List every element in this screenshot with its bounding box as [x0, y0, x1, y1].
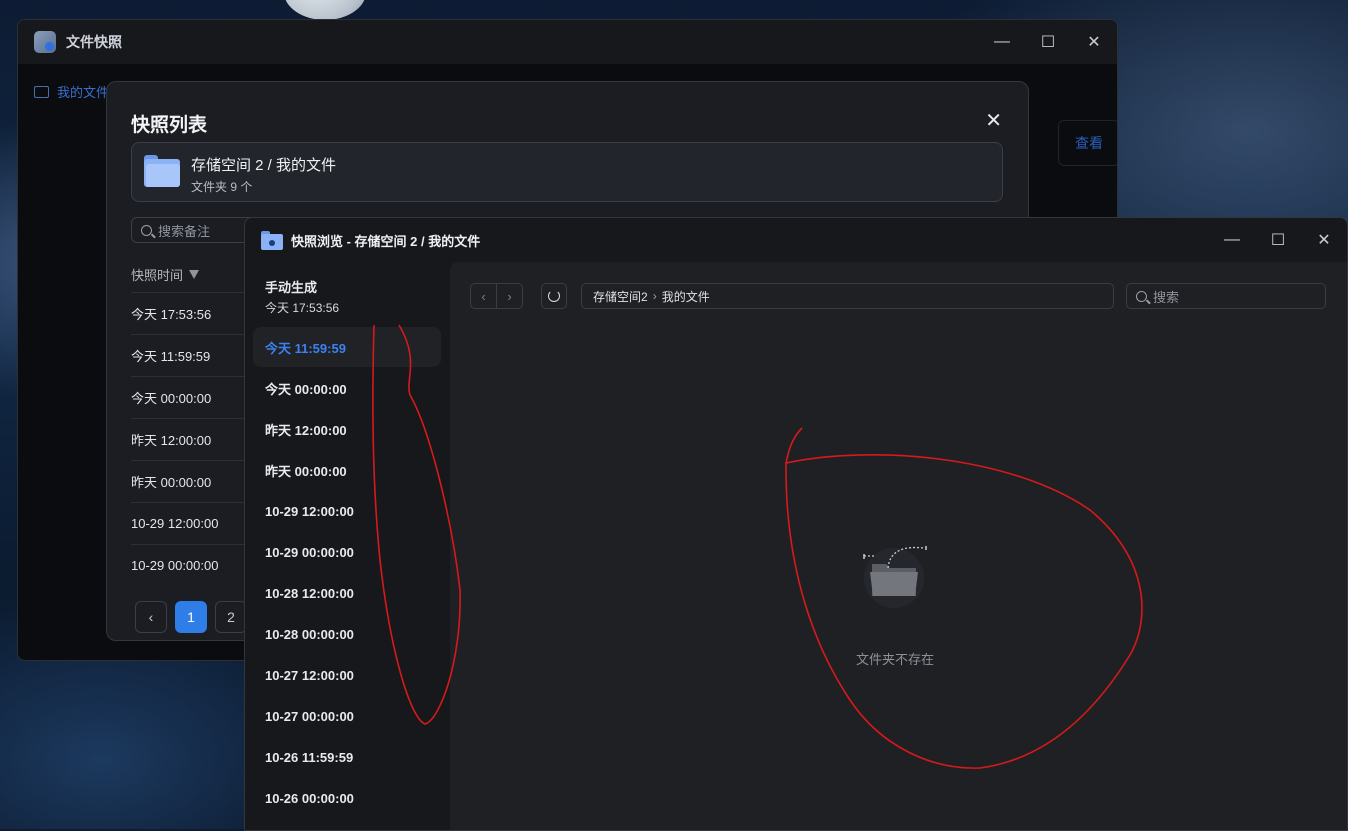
annotation-stroke-empty-area — [784, 427, 1143, 769]
annotation-stroke-sidebar — [372, 324, 461, 725]
annotation-overlay — [372, 324, 1143, 769]
